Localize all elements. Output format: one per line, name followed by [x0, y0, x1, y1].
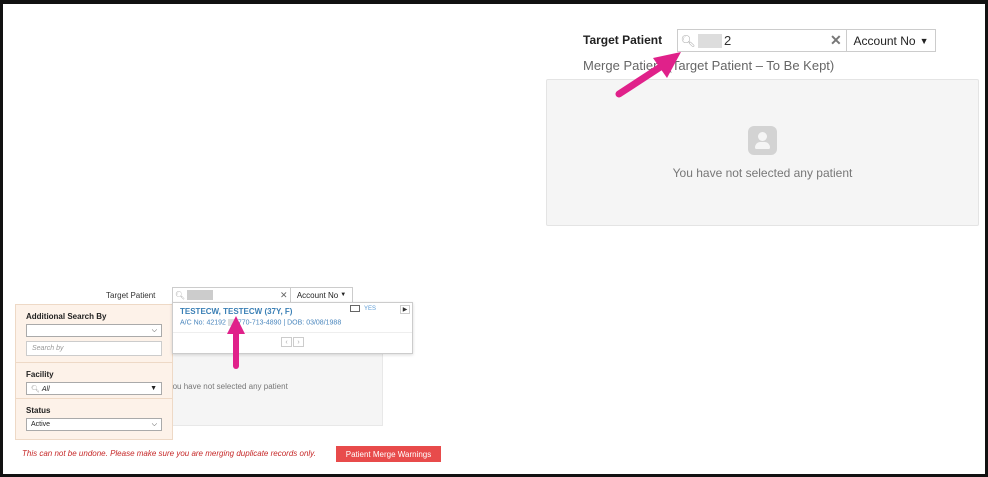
- clear-icon[interactable]: ✕: [830, 32, 846, 49]
- facility-label: Facility: [26, 370, 54, 379]
- expand-caret-icon[interactable]: ▶: [400, 305, 410, 314]
- empty-state-text: You have not selected any patient: [672, 166, 853, 180]
- status-label: Status: [26, 406, 51, 415]
- portal-badge-text: YES: [363, 305, 376, 312]
- result-pager: ‹ ›: [173, 337, 412, 347]
- chevron-down-icon: ⌵: [151, 420, 157, 428]
- search-type-select[interactable]: Account No ▼: [846, 29, 936, 52]
- redacted-text: [187, 290, 213, 300]
- small-target-patient-label: Target Patient: [106, 291, 156, 300]
- small-search-type-select[interactable]: Account No ▼: [290, 287, 353, 303]
- caret-down-icon: ▼: [919, 35, 929, 46]
- portal-badge: YES: [349, 305, 376, 312]
- additional-search-select[interactable]: ⌵: [26, 324, 162, 337]
- prev-page-button[interactable]: ‹: [281, 337, 292, 347]
- chevron-down-icon: ⌵: [151, 326, 157, 334]
- person-placeholder-icon: [748, 126, 777, 155]
- caret-down-icon: ▼: [340, 292, 347, 298]
- status-section: Status Active ⌵: [16, 399, 172, 441]
- search-value: 2: [724, 33, 732, 48]
- search-by-input[interactable]: Search by: [26, 341, 162, 356]
- search-icon: 🔍︎: [31, 385, 40, 393]
- merge-warning-text: This can not be undone. Please make sure…: [22, 449, 316, 458]
- additional-search-section: Additional Search By ⌵ Search by: [16, 305, 172, 363]
- patient-meta: A/C No: 42192 770-713-4890 | DOB: 03/08/…: [180, 319, 405, 326]
- annotation-arrow: [227, 316, 245, 369]
- empty-state-text: You have not selected any patient: [168, 382, 288, 391]
- facility-section: Facility 🔍︎ All ▼: [16, 363, 172, 399]
- caret-down-icon: ▼: [150, 385, 157, 392]
- screenshot-frame: Target Patient 🔍︎ 2 ✕ Account No ▼ Merge…: [0, 0, 988, 477]
- small-target-patient-search-input[interactable]: 🔍︎ ✕: [172, 287, 291, 303]
- status-select[interactable]: Active ⌵: [26, 418, 162, 431]
- patient-search-results: TESTECW, TESTECW (37Y, F) A/C No: 42192 …: [172, 302, 413, 354]
- search-icon: 🔍︎: [174, 290, 186, 300]
- monitor-icon: [349, 305, 360, 312]
- facility-value: 🔍︎ All: [31, 385, 50, 393]
- small-selected-patient-panel: You have not selected any patient: [168, 344, 383, 426]
- facility-select[interactable]: 🔍︎ All ▼: [26, 382, 162, 395]
- target-patient-search-input[interactable]: 🔍︎ 2 ✕: [677, 29, 847, 52]
- next-page-button[interactable]: ›: [293, 337, 304, 347]
- patient-result-item[interactable]: TESTECW, TESTECW (37Y, F) A/C No: 42192 …: [173, 303, 412, 333]
- patient-merge-warnings-button[interactable]: Patient Merge Warnings: [336, 446, 441, 462]
- clear-icon[interactable]: ✕: [280, 290, 290, 301]
- filter-panel: Additional Search By ⌵ Search by Facilit…: [15, 304, 173, 440]
- annotation-arrow: [615, 52, 681, 98]
- status-value: Active: [31, 421, 51, 428]
- phone-dob: 770-713-4890 | DOB: 03/08/1988: [237, 319, 342, 327]
- search-type-value: Account No: [853, 33, 916, 48]
- redacted-text: [698, 33, 722, 48]
- additional-search-label: Additional Search By: [26, 312, 107, 321]
- account-number: A/C No: 42192: [180, 319, 226, 327]
- search-type-value: Account No: [296, 290, 339, 300]
